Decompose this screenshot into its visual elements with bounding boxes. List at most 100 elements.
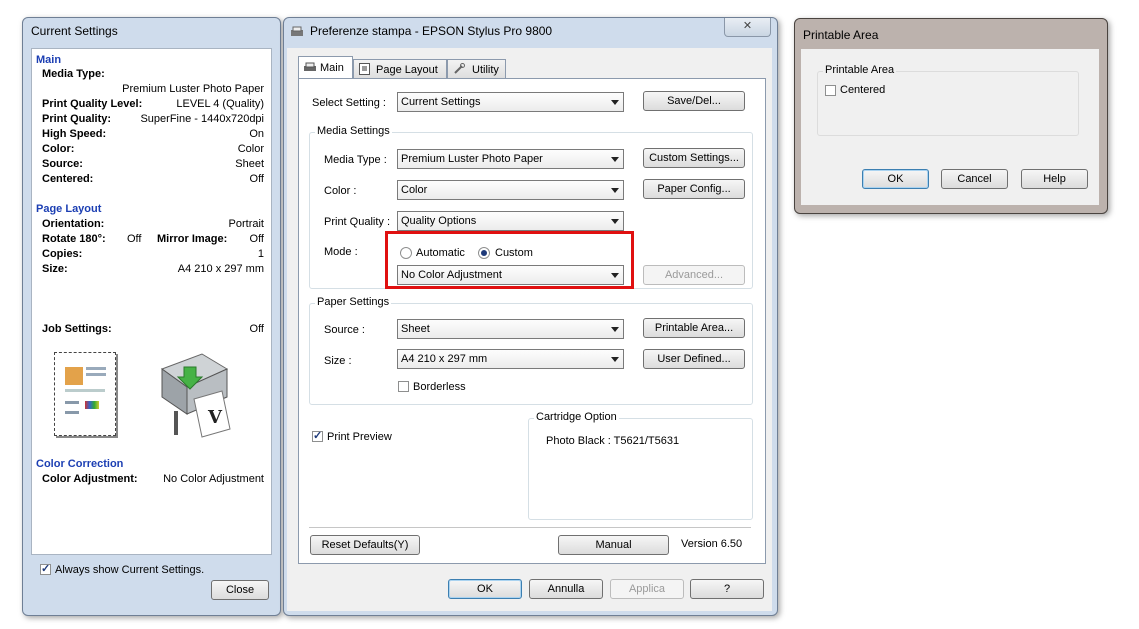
tab-utility-label: Utility [472,64,499,76]
size-label: Size : [324,355,352,367]
printable-area-legend: Printable Area [823,64,897,76]
job-settings-value: Off [249,323,264,335]
print-quality-combo[interactable]: Quality Options [397,211,624,231]
job-settings-label: Job Settings: [42,323,112,335]
select-setting-combo[interactable]: Current Settings [397,92,624,112]
mirror-label: Mirror Image: [157,233,228,245]
mode-label: Mode : [324,246,358,258]
paper-settings-legend: Paper Settings [315,296,392,308]
color-combo[interactable]: Color [397,180,624,200]
printable-area-group [817,71,1079,136]
printable-cancel-button[interactable]: Cancel [941,169,1008,189]
applica-button[interactable]: Applica [610,579,684,599]
orientation-label: Orientation: [42,218,105,230]
dropdown-arrow-icon [611,357,619,362]
high-speed-value: On [249,128,264,140]
size-label: Size: [42,263,68,275]
print-quality-level-value: LEVEL 4 (Quality) [176,98,264,110]
printable-area-button[interactable]: Printable Area... [643,318,745,338]
media-type-label: Media Type : [324,154,387,166]
color-adjustment-label: Color Adjustment: [42,473,138,485]
print-quality-level-label: Print Quality Level: [42,98,143,110]
cartridge-option-group [528,418,753,520]
media-type-label: Media Type: [42,68,105,80]
printer-title-icon [290,26,304,38]
close-button[interactable]: Close [211,580,269,600]
print-preview-label: Print Preview [327,431,392,443]
annulla-button[interactable]: Annulla [529,579,603,599]
print-quality-value: Quality Options [401,215,477,227]
printable-ok-button[interactable]: OK [862,169,929,189]
media-type-value: Premium Luster Photo Paper [122,83,264,95]
cartridge-option-legend: Cartridge Option [534,411,619,423]
tab-utility[interactable]: Utility [447,59,506,78]
centered-label: Centered: [42,173,94,185]
dropdown-arrow-icon [611,327,619,332]
source-value: Sheet [401,323,430,335]
tab-main[interactable]: Main [298,56,353,78]
media-type-combo[interactable]: Premium Luster Photo Paper [397,149,624,169]
printable-area-client: Printable Area Centered OK Cancel Help [801,49,1099,205]
color-adjustment-value: No Color Adjustment [163,473,264,485]
cartridge-value: Photo Black : T5621/T5631 [546,435,680,447]
borderless-checkbox[interactable] [398,381,409,392]
current-settings-title: Current Settings [31,24,118,38]
color-label: Color : [324,185,357,197]
high-speed-label: High Speed: [42,128,107,140]
print-preview-checkbox[interactable] [312,429,323,442]
printer-icon: V [152,349,232,439]
tab-page-layout[interactable]: Page Layout [353,59,447,78]
print-preferences-client: Main Page Layout Utility Select Setting … [287,48,772,611]
always-show-checkbox[interactable] [40,562,51,575]
save-del-button[interactable]: Save/Del... [643,91,745,111]
copies-label: Copies: [42,248,83,260]
color-value: Color [401,184,428,196]
manual-button[interactable]: Manual [558,535,669,555]
source-combo[interactable]: Sheet [397,319,624,339]
source-label: Source : [324,324,365,336]
printable-area-window: Printable Area Printable Area Centered O… [794,18,1108,214]
tab-page-main: Select Setting : Current Settings Save/D… [298,78,766,564]
source-value: Sheet [235,158,264,170]
size-value: A4 210 x 297 mm [401,353,488,365]
reset-defaults-button[interactable]: Reset Defaults(Y) [310,535,420,555]
borderless-label: Borderless [413,381,466,393]
paper-config-button[interactable]: Paper Config... [643,179,745,199]
color-value: Color [237,143,264,155]
page-preview-image [54,352,116,436]
custom-settings-button[interactable]: Custom Settings... [643,148,745,168]
select-setting-value: Current Settings [401,96,481,108]
dropdown-arrow-icon [611,219,619,224]
page-layout-section-header: Page Layout [36,203,102,215]
media-settings-legend: Media Settings [315,125,392,137]
help-button[interactable]: ? [690,579,764,599]
tab-page-layout-label: Page Layout [376,64,438,76]
dropdown-arrow-icon [611,188,619,193]
centered-label: Centered [840,84,886,96]
size-combo[interactable]: A4 210 x 297 mm [397,349,624,369]
advanced-button[interactable]: Advanced... [643,265,745,285]
printable-area-title: Printable Area [803,28,879,42]
tab-strip: Main Page Layout Utility [298,56,758,79]
window-close-button[interactable]: ✕ [724,18,771,37]
current-settings-panel: Main Media Type: Premium Luster Photo Pa… [31,48,272,555]
orientation-value: Portrait [228,218,264,230]
svg-text:V: V [207,407,223,428]
printer-tab-icon [304,61,316,79]
dropdown-arrow-icon [611,100,619,105]
highlight-box [385,231,634,289]
printable-help-button[interactable]: Help [1021,169,1088,189]
print-preferences-title: Preferenze stampa - EPSON Stylus Pro 980… [310,24,553,38]
always-show-label: Always show Current Settings. [55,564,205,576]
ok-button[interactable]: OK [448,579,522,599]
centered-value: Off [249,173,264,185]
centered-checkbox[interactable] [825,85,836,96]
rotate-label: Rotate 180°: [42,233,106,245]
user-defined-button[interactable]: User Defined... [643,349,745,369]
dropdown-arrow-icon [611,157,619,162]
select-setting-label: Select Setting : [312,97,386,109]
source-label: Source: [42,158,83,170]
close-icon: ✕ [742,20,753,32]
mirror-value: Off [249,233,264,245]
copies-value: 1 [257,248,264,260]
